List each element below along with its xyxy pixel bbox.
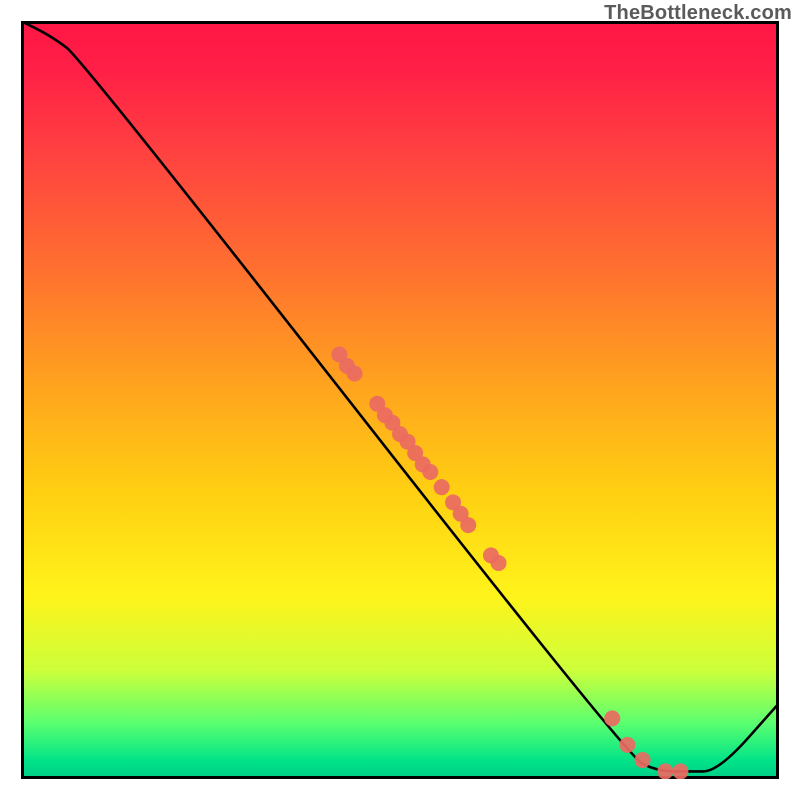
plot-background <box>21 21 779 779</box>
watermark-text: TheBottleneck.com <box>604 2 792 25</box>
chart-frame: TheBottleneck.com <box>0 0 800 800</box>
